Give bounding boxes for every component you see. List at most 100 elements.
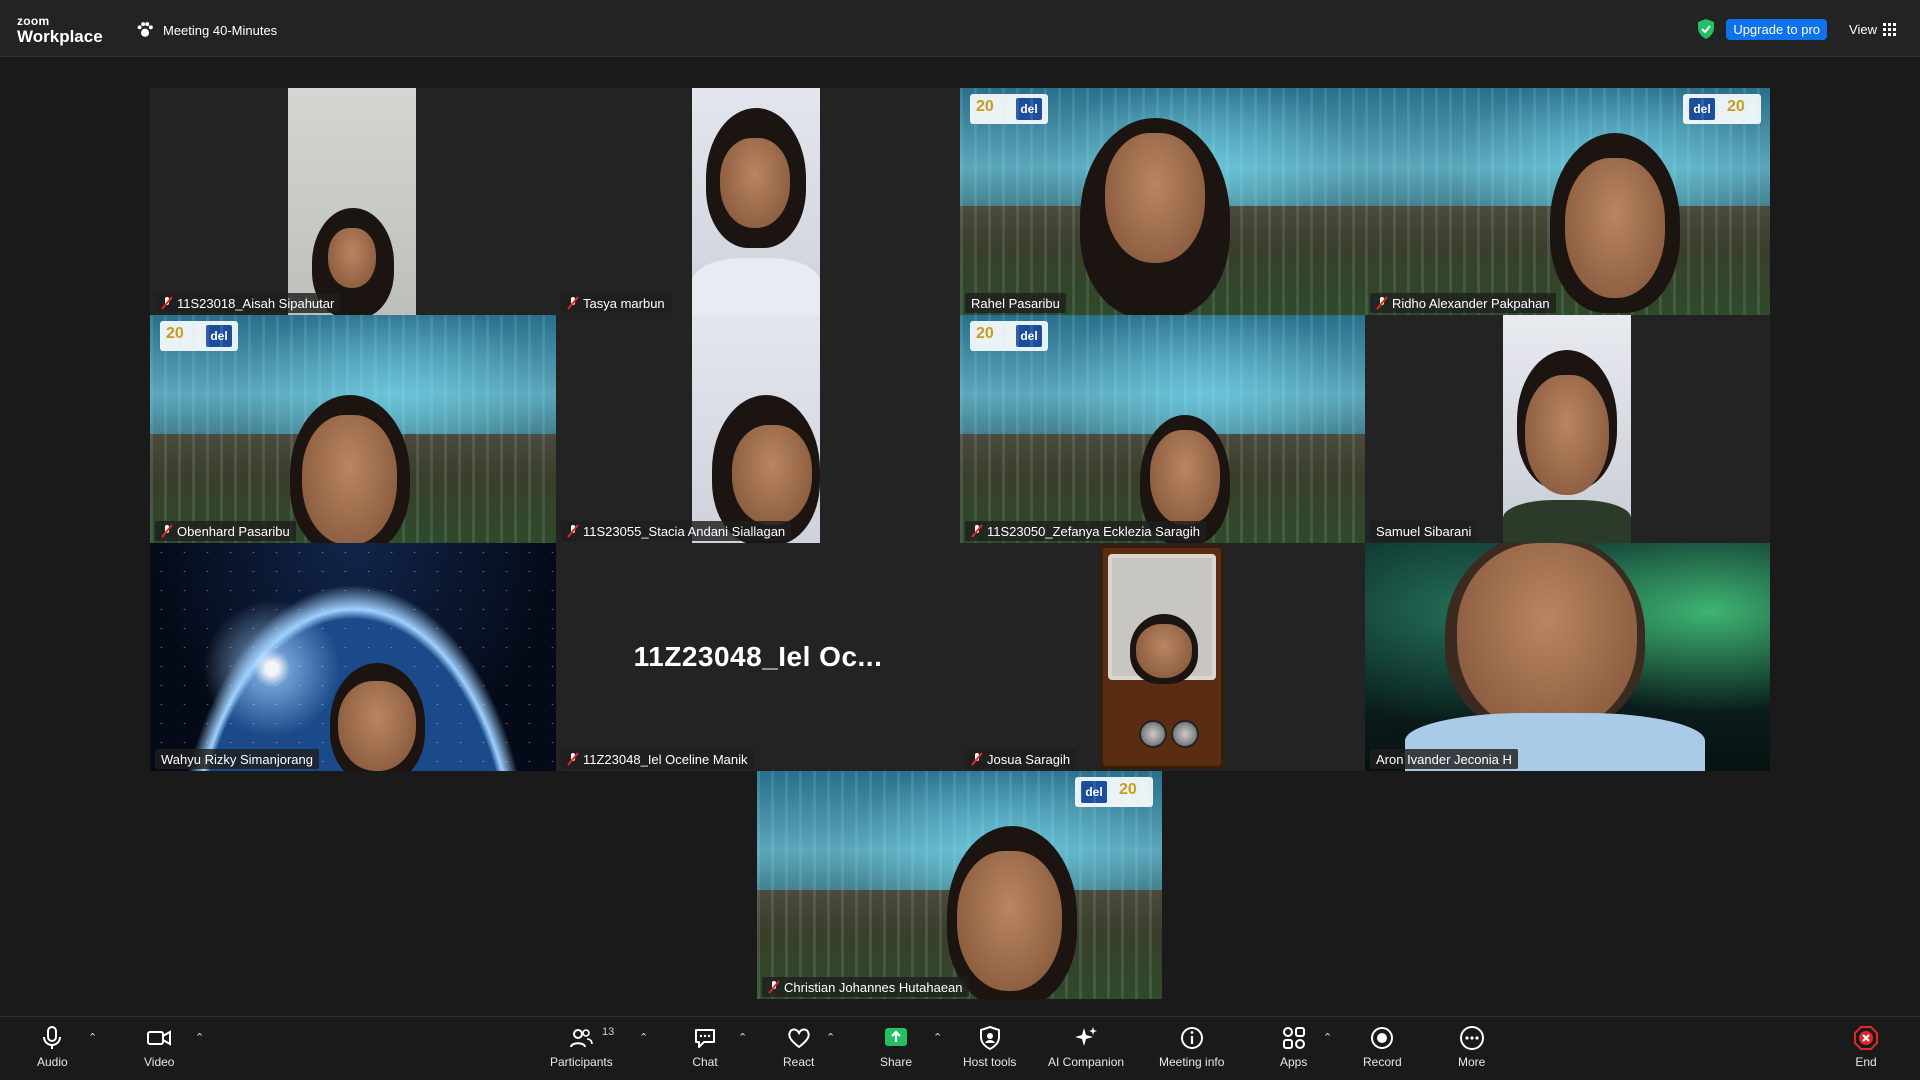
video-tile-samuel[interactable]: Samuel Sibarani <box>1365 315 1770 543</box>
video-tile-ridho[interactable]: del 20 Ridho Alexander Pakpahan <box>1365 88 1770 315</box>
meeting-title: Meeting 40-Minutes <box>163 22 278 38</box>
participant-name: Josua Saragih <box>987 751 1071 767</box>
share-button[interactable]: Share <box>880 1025 912 1069</box>
participants-label: Participants <box>550 1055 613 1069</box>
video-tile-obenhard[interactable]: 20 del Obenhard Pasaribu <box>150 315 556 543</box>
video-button[interactable]: Video <box>144 1025 174 1069</box>
participant-name: Rahel Pasaribu <box>971 295 1060 311</box>
host-tools-label: Host tools <box>963 1055 1017 1069</box>
nameplate: 11S23018_Aisah Sipahutar <box>155 293 341 313</box>
record-label: Record <box>1363 1055 1402 1069</box>
share-options-caret-icon[interactable]: ⌃ <box>933 1031 942 1044</box>
end-label: End <box>1855 1055 1877 1069</box>
retro-tv-filter <box>1100 545 1224 769</box>
meeting-title-button[interactable]: Meeting 40-Minutes <box>136 21 277 39</box>
participant-name: Obenhard Pasaribu <box>177 523 290 539</box>
video-tile-christian[interactable]: del 20 Christian Johannes Hutahaean <box>757 771 1162 999</box>
participant-name: 11S23050_Zefanya Ecklezia Saragih <box>987 523 1200 539</box>
logo-brand-small: zoom <box>17 14 50 28</box>
record-button[interactable]: Record <box>1363 1025 1402 1069</box>
react-options-caret-icon[interactable]: ⌃ <box>826 1031 835 1044</box>
end-meeting-button[interactable]: End <box>1853 1025 1879 1069</box>
participants-icon <box>570 1029 594 1048</box>
muted-mic-icon <box>161 524 173 538</box>
muted-mic-icon <box>567 752 579 766</box>
microphone-icon <box>43 1026 62 1049</box>
ai-companion-label: AI Companion <box>1048 1055 1125 1069</box>
meeting-info-label: Meeting info <box>1159 1055 1225 1069</box>
video-tile-aisah[interactable]: 11S23018_Aisah Sipahutar <box>150 88 556 315</box>
video-tile-zefanya[interactable]: 20 del 11S23050_Zefanya Ecklezia Saragih <box>960 315 1365 543</box>
video-tile-iel[interactable]: 11Z23048_Iel Oc... 11Z23048_Iel Oceline … <box>556 543 960 771</box>
video-tile-tasya[interactable]: Tasya marbun <box>556 88 960 315</box>
audio-options-caret-icon[interactable]: ⌃ <box>88 1031 97 1044</box>
video-feed <box>150 543 556 771</box>
nameplate: Tasya marbun <box>561 293 671 313</box>
audio-button[interactable]: Audio <box>37 1025 68 1069</box>
video-options-caret-icon[interactable]: ⌃ <box>195 1031 204 1044</box>
ai-sparkle-icon <box>1075 1027 1098 1046</box>
video-feed <box>692 315 820 543</box>
share-screen-icon <box>885 1028 908 1046</box>
nameplate: Wahyu Rizky Simanjorang <box>155 749 319 769</box>
muted-mic-icon <box>971 524 983 538</box>
chat-button[interactable]: Chat <box>692 1025 718 1069</box>
react-button[interactable]: React <box>783 1025 814 1069</box>
apps-button[interactable]: Apps <box>1280 1025 1307 1069</box>
video-feed <box>692 88 820 315</box>
audio-label: Audio <box>37 1055 68 1069</box>
nameplate: Rahel Pasaribu <box>965 293 1066 313</box>
participant-name: Ridho Alexander Pakpahan <box>1392 295 1550 311</box>
more-button[interactable]: More <box>1458 1025 1485 1069</box>
muted-mic-icon <box>1376 296 1388 310</box>
security-shield-icon[interactable] <box>1696 18 1716 40</box>
institution-logo: 20 del <box>160 321 238 351</box>
video-feed <box>1365 543 1770 771</box>
video-label: Video <box>144 1055 175 1069</box>
meeting-controls-toolbar: Audio ⌃ Video ⌃ Participants 13 ⌃ Chat ⌃… <box>0 1016 1920 1080</box>
muted-mic-icon <box>161 296 173 310</box>
share-label: Share <box>880 1055 913 1069</box>
apps-options-caret-icon[interactable]: ⌃ <box>1323 1031 1332 1044</box>
video-feed: del 20 <box>1365 88 1770 315</box>
view-label: View <box>1849 21 1877 37</box>
nameplate: Ridho Alexander Pakpahan <box>1370 293 1556 313</box>
video-tile-josua[interactable]: Josua Saragih <box>960 543 1365 771</box>
host-tools-button[interactable]: Host tools <box>963 1025 1016 1069</box>
nameplate: 11S23050_Zefanya Ecklezia Saragih <box>965 521 1206 541</box>
participant-name: Wahyu Rizky Simanjorang <box>161 751 313 767</box>
meeting-info-button[interactable]: Meeting info <box>1159 1025 1224 1069</box>
video-off-name: 11Z23048_Iel Oc... <box>633 641 883 672</box>
chat-bubble-icon <box>695 1029 715 1048</box>
video-tile-stacia[interactable]: 11S23055_Stacia Andani Siallagan <box>556 315 960 543</box>
participants-count: 13 <box>602 1026 615 1038</box>
nameplate: Samuel Sibarani <box>1370 521 1478 541</box>
participant-name: Tasya marbun <box>583 295 665 311</box>
nameplate: Christian Johannes Hutahaean <box>762 977 969 997</box>
video-tile-wahyu[interactable]: Wahyu Rizky Simanjorang <box>150 543 556 771</box>
end-meeting-icon <box>1854 1026 1878 1050</box>
participants-options-caret-icon[interactable]: ⌃ <box>639 1031 648 1044</box>
institution-logo: 20 del <box>970 321 1048 351</box>
muted-mic-icon <box>768 980 780 994</box>
participant-name: Aron Ivander Jeconia H <box>1376 751 1512 767</box>
view-button[interactable]: View <box>1849 22 1896 37</box>
muted-mic-icon <box>567 296 579 310</box>
ai-companion-button[interactable]: AI Companion <box>1048 1025 1124 1069</box>
nameplate: 11S23055_Stacia Andani Siallagan <box>561 521 792 541</box>
grid-view-icon <box>1883 22 1896 36</box>
video-tile-rahel[interactable]: 20 del Rahel Pasaribu <box>960 88 1365 315</box>
nameplate: Aron Ivander Jeconia H <box>1370 749 1518 769</box>
top-bar: zoom Workplace Meeting 40-Minutes Upgrad… <box>0 0 1920 57</box>
video-feed <box>288 88 416 315</box>
institution-logo: del 20 <box>1683 94 1761 124</box>
record-icon <box>1371 1027 1394 1049</box>
nameplate: Josua Saragih <box>965 749 1077 769</box>
participant-name: 11S23055_Stacia Andani Siallagan <box>583 523 786 539</box>
institution-logo: 20 del <box>970 94 1048 124</box>
upgrade-to-pro-button[interactable]: Upgrade to pro <box>1726 18 1828 40</box>
video-tile-aron[interactable]: Aron Ivander Jeconia H <box>1365 543 1770 771</box>
logo-brand-name: Workplace <box>17 27 103 46</box>
chat-options-caret-icon[interactable]: ⌃ <box>738 1031 747 1044</box>
more-label: More <box>1458 1055 1486 1069</box>
